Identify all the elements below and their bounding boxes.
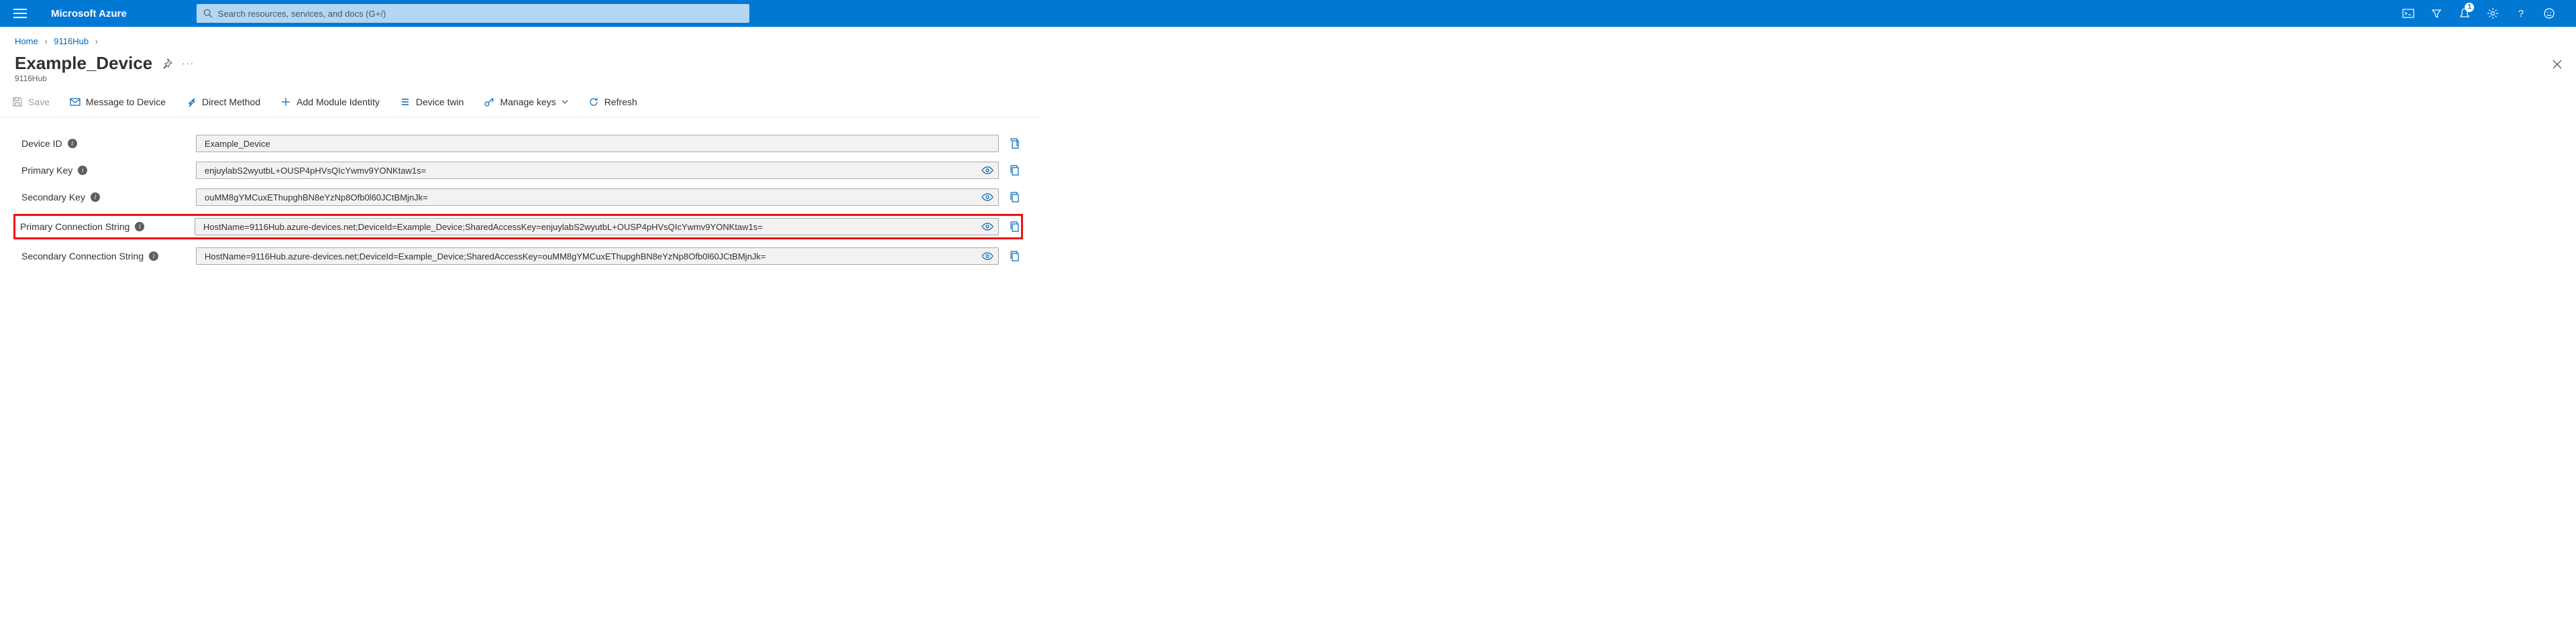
copy-button[interactable] <box>1010 138 1020 149</box>
header-icons: 1 ? <box>2395 0 2563 27</box>
chevron-icon: › <box>95 36 98 46</box>
eye-icon[interactable] <box>981 166 994 175</box>
search-icon <box>203 9 213 18</box>
save-label: Save <box>28 97 50 107</box>
primary-connection-string-label: Primary Connection String i <box>20 221 195 232</box>
key-icon <box>484 97 494 107</box>
copy-button[interactable] <box>1010 192 1020 202</box>
info-icon[interactable]: i <box>149 251 158 261</box>
device-id-field[interactable] <box>196 135 999 152</box>
message-to-device-button[interactable]: Message to Device <box>66 94 170 110</box>
primary-connection-string-row: Primary Connection String i <box>15 215 1022 238</box>
bolt-icon <box>186 97 197 107</box>
cloud-shell-icon[interactable] <box>2395 0 2422 27</box>
mail-icon <box>70 97 80 107</box>
secondary-connection-string-field[interactable] <box>196 247 999 265</box>
save-icon <box>12 97 23 107</box>
svg-text:?: ? <box>2518 8 2524 19</box>
add-module-identity-button[interactable]: Add Module Identity <box>276 94 384 110</box>
device-id-row: Device ID i <box>21 135 1020 152</box>
list-icon <box>400 97 411 107</box>
more-icon[interactable]: ··· <box>182 58 195 68</box>
device-twin-button[interactable]: Device twin <box>396 94 468 110</box>
plus-icon <box>280 97 291 107</box>
azure-header: Microsoft Azure 1 ? <box>0 0 2576 27</box>
close-button[interactable] <box>2552 59 2563 70</box>
info-icon[interactable]: i <box>91 192 100 202</box>
breadcrumb-home[interactable]: Home <box>15 36 38 46</box>
chevron-down-icon <box>561 99 568 105</box>
eye-icon[interactable] <box>981 192 994 202</box>
device-id-label: Device ID i <box>21 138 196 149</box>
message-label: Message to Device <box>86 97 166 107</box>
copy-button[interactable] <box>1010 251 1020 261</box>
secondary-connection-string-row: Secondary Connection String i <box>21 247 1020 265</box>
hamburger-menu[interactable] <box>13 9 27 18</box>
settings-icon[interactable] <box>2479 0 2506 27</box>
global-search[interactable] <box>197 4 749 23</box>
refresh-icon <box>588 97 599 107</box>
primary-connection-string-field[interactable] <box>195 218 999 235</box>
device-twin-label: Device twin <box>416 97 464 107</box>
notifications-icon[interactable]: 1 <box>2451 0 2478 27</box>
primary-key-label: Primary Key i <box>21 165 196 176</box>
pin-icon[interactable] <box>162 58 172 69</box>
add-module-label: Add Module Identity <box>297 97 380 107</box>
primary-key-field[interactable] <box>196 162 999 179</box>
command-bar: Save Message to Device Direct Method Add… <box>0 90 1042 117</box>
eye-icon[interactable] <box>981 251 994 261</box>
title-row: Example_Device ··· <box>0 52 2576 74</box>
search-input[interactable] <box>218 9 743 19</box>
secondary-key-label: Secondary Key i <box>21 192 196 202</box>
eye-icon[interactable] <box>981 222 994 231</box>
copy-button[interactable] <box>1010 221 1020 232</box>
brand-label: Microsoft Azure <box>51 8 127 19</box>
secondary-key-row: Secondary Key i <box>21 188 1020 206</box>
secondary-key-field[interactable] <box>196 188 999 206</box>
page-title: Example_Device <box>15 53 152 74</box>
manage-keys-button[interactable]: Manage keys <box>480 94 572 110</box>
copy-button[interactable] <box>1010 165 1020 176</box>
info-icon[interactable]: i <box>135 222 144 231</box>
breadcrumb-hub[interactable]: 9116Hub <box>54 36 89 46</box>
direct-method-button[interactable]: Direct Method <box>182 94 264 110</box>
secondary-connection-string-label: Secondary Connection String i <box>21 251 196 261</box>
info-icon[interactable]: i <box>68 139 77 148</box>
help-icon[interactable]: ? <box>2508 0 2534 27</box>
breadcrumb: Home › 9116Hub › <box>0 27 1042 52</box>
refresh-label: Refresh <box>604 97 637 107</box>
primary-key-row: Primary Key i <box>21 162 1020 179</box>
info-icon[interactable]: i <box>78 166 87 175</box>
device-form: Device ID i Primary Key i Secondary Key … <box>0 117 1042 292</box>
manage-keys-label: Manage keys <box>500 97 555 107</box>
filter-icon[interactable] <box>2423 0 2450 27</box>
chevron-icon: › <box>44 36 47 46</box>
notification-badge: 1 <box>2465 3 2474 12</box>
save-button: Save <box>8 94 54 110</box>
refresh-button[interactable]: Refresh <box>584 94 641 110</box>
page-subtitle: 9116Hub <box>0 74 2576 90</box>
direct-label: Direct Method <box>202 97 260 107</box>
feedback-icon[interactable] <box>2536 0 2563 27</box>
